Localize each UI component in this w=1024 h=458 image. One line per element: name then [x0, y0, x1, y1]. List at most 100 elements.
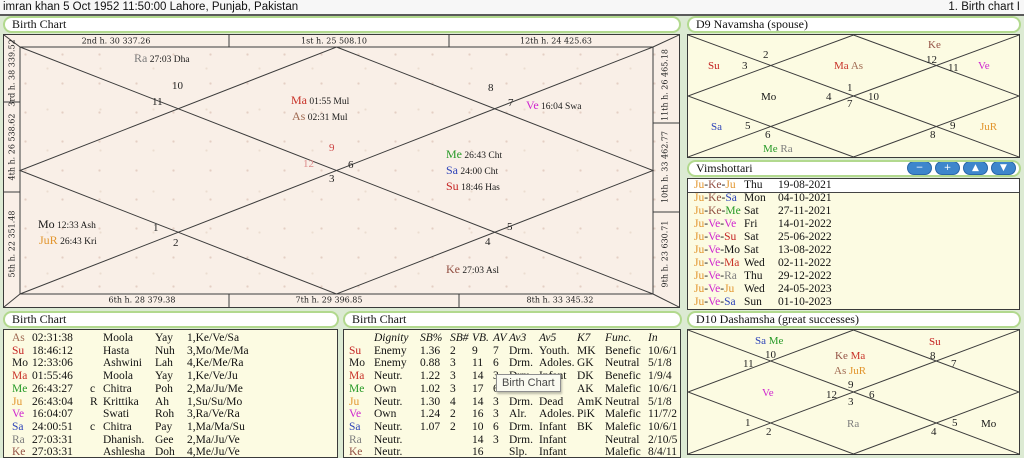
- lords: 1,Ma/Ma/Su: [187, 420, 245, 433]
- nakshatra: Chitra: [103, 382, 132, 395]
- cell: 3: [493, 433, 499, 446]
- cell: Adoles.: [539, 357, 575, 370]
- house-number: 8: [930, 129, 936, 141]
- lords: 2,Ma/Ju/Ve: [187, 433, 240, 446]
- planet-label: Sa Me: [755, 334, 783, 347]
- cell: Own: [374, 382, 397, 395]
- dasha-row[interactable]: Ju-Ve-Mo Sat 13-08-2022: [688, 244, 1019, 257]
- dasha-row[interactable]: Ju-Ke-Ju Thu 19-08-2021: [688, 179, 1019, 193]
- cell: Infant: [539, 420, 567, 433]
- birth-chart-diagram[interactable]: 10 11 8 7 9 12 6 3 1 2 5 4 Ra 27:03 Dha Ma 01:55 Mul A…: [3, 34, 680, 308]
- column-header: Av5: [539, 332, 557, 344]
- dasha-row[interactable]: Ju-Ve-Ra Thu 29-12-2022: [688, 270, 1019, 283]
- cell: 2: [450, 420, 456, 433]
- dasha-row[interactable]: Ju-Ve-Ma Wed 02-11-2022: [688, 257, 1019, 270]
- minus-button[interactable]: −: [907, 162, 932, 175]
- panel-details: Birth Chart Birth Chart Dignity SB% SB# VB.…: [343, 311, 682, 458]
- cell: Enemy: [374, 357, 407, 370]
- cell: 2: [450, 408, 456, 421]
- plus-button[interactable]: +: [935, 162, 960, 175]
- house-number: 4: [931, 426, 937, 438]
- flag: c: [90, 382, 96, 395]
- cell: AmK: [577, 395, 603, 408]
- planet-abbr: Ve: [708, 244, 721, 256]
- lords: 4,Me/Ju/Ve: [187, 446, 240, 458]
- planet-value: 18:46 Has: [458, 183, 500, 193]
- panel-title: Birth Chart: [352, 312, 407, 326]
- nakshatra: Ashwini: [103, 357, 142, 370]
- planet-abbr: Mo: [349, 357, 365, 370]
- longitude: 24:00:51: [32, 420, 73, 433]
- planet-label: Su: [929, 335, 941, 348]
- house-number: 7: [847, 98, 853, 110]
- dasha-date: 04-10-2021: [778, 192, 832, 204]
- planet-label: Ma As: [834, 59, 863, 72]
- longitude: 18:46:12: [32, 344, 73, 357]
- dasha-row[interactable]: Ju-Ke-Me Sat 27-11-2021: [688, 205, 1019, 218]
- planet-abbr: Ma: [349, 370, 365, 383]
- planet-abbr: Ve: [526, 98, 539, 112]
- dasha-list[interactable]: Ju-Ke-Ju Thu 19-08-2021 Ju-Ke-Sa Mon 04-10-20…: [687, 178, 1020, 310]
- cell: 14: [472, 395, 484, 408]
- planet-abbr: JuR: [39, 233, 58, 247]
- cell: Drm.: [509, 433, 533, 446]
- planet-abbr: Ra: [349, 433, 362, 446]
- planet-abbr: Ma: [12, 370, 28, 383]
- chart-grid: [4, 35, 679, 307]
- cell: 10/6/1: [648, 420, 678, 433]
- panel-d9-header: D9 Navamsha (spouse): [687, 16, 1021, 33]
- dasha-date: 29-12-2022: [778, 270, 832, 282]
- cell: Infant: [539, 446, 567, 458]
- planet-value: 24:00 Cht: [458, 167, 499, 177]
- cell: 11/7/2: [648, 408, 677, 421]
- d9-chart-diagram[interactable]: 2 3 12 11 1 4 7 10 5 6 8 9 Su Ma As Ke Ve Mo Sa Me Ra JuR: [687, 34, 1020, 158]
- planet-abbr: Ju: [694, 257, 705, 269]
- flag: R: [90, 395, 98, 408]
- planet-abbr: Mo: [12, 357, 28, 370]
- planet-value: 27:03 Dha: [147, 55, 190, 65]
- dasha-row[interactable]: Ju-Ve-Sa Sun 01-10-2023: [688, 296, 1019, 309]
- up-button[interactable]: ▲: [963, 162, 988, 175]
- house-edge-label: 9th h. 23 630.71: [660, 220, 670, 288]
- column-header: In: [648, 332, 658, 344]
- planet-abbr: Sa: [755, 335, 766, 347]
- nakshatra: Chitra: [103, 420, 132, 433]
- planet-value: 01:55 Mul: [307, 97, 350, 107]
- planet-abbr: Ke: [446, 262, 460, 276]
- cell: Drm.: [509, 420, 533, 433]
- planet-label: Mo: [981, 417, 996, 430]
- cell: Alr.: [509, 408, 527, 421]
- dasha-day: Wed: [744, 257, 765, 269]
- dasha-date: 24-05-2023: [778, 283, 832, 295]
- cell: 9: [472, 344, 478, 357]
- planet-abbr: JuR: [980, 121, 998, 133]
- down-button[interactable]: ▼: [991, 162, 1016, 175]
- planet-abbr: Su: [12, 344, 25, 357]
- dasha-row[interactable]: Ju-Ke-Sa Mon 04-10-2021: [688, 192, 1019, 205]
- cell: DK: [577, 370, 594, 383]
- nakshatra: Krittika: [103, 395, 139, 408]
- longitude: 01:55:46: [32, 370, 73, 383]
- dasha-row[interactable]: Ju-Ve-Ve Fri 14-01-2022: [688, 218, 1019, 231]
- planet-abbr: Ve: [708, 283, 721, 295]
- planet-label: Ke Ma: [835, 349, 865, 362]
- details-table: Birth Chart Dignity SB% SB# VB. AV Av3 Av5 K7 Fu…: [343, 329, 681, 458]
- house-edge-label: 2nd h. 30 337.26: [81, 36, 151, 46]
- d10-chart-diagram[interactable]: 101187912631245Sa MeKe MaAs JuRSuVeRaMo1: [687, 329, 1020, 455]
- house-number: 10: [868, 91, 879, 103]
- house-number: 8: [930, 350, 936, 362]
- planet-label: Ra 27:03 Dha: [134, 52, 190, 66]
- cell: 1.30: [420, 395, 441, 408]
- planet-abbr: Ke: [12, 446, 26, 458]
- cell: Drm.: [509, 344, 533, 357]
- planet-abbr: Ju: [694, 296, 705, 308]
- lords: 3,Ra/Ve/Ra: [187, 408, 240, 421]
- house-number: 2: [763, 49, 769, 61]
- dasha-sequence: Ju-Ke-Me: [694, 205, 741, 218]
- house-edge-label: 6th h. 28 379.38: [108, 295, 176, 305]
- house-number: 5: [745, 120, 751, 132]
- planet-abbr: Ra: [134, 51, 148, 65]
- cell: Neutr.: [374, 370, 403, 383]
- dasha-row[interactable]: Ju-Ve-Ju Wed 24-05-2023: [688, 283, 1019, 296]
- dasha-row[interactable]: Ju-Ve-Su Sat 25-06-2022: [688, 231, 1019, 244]
